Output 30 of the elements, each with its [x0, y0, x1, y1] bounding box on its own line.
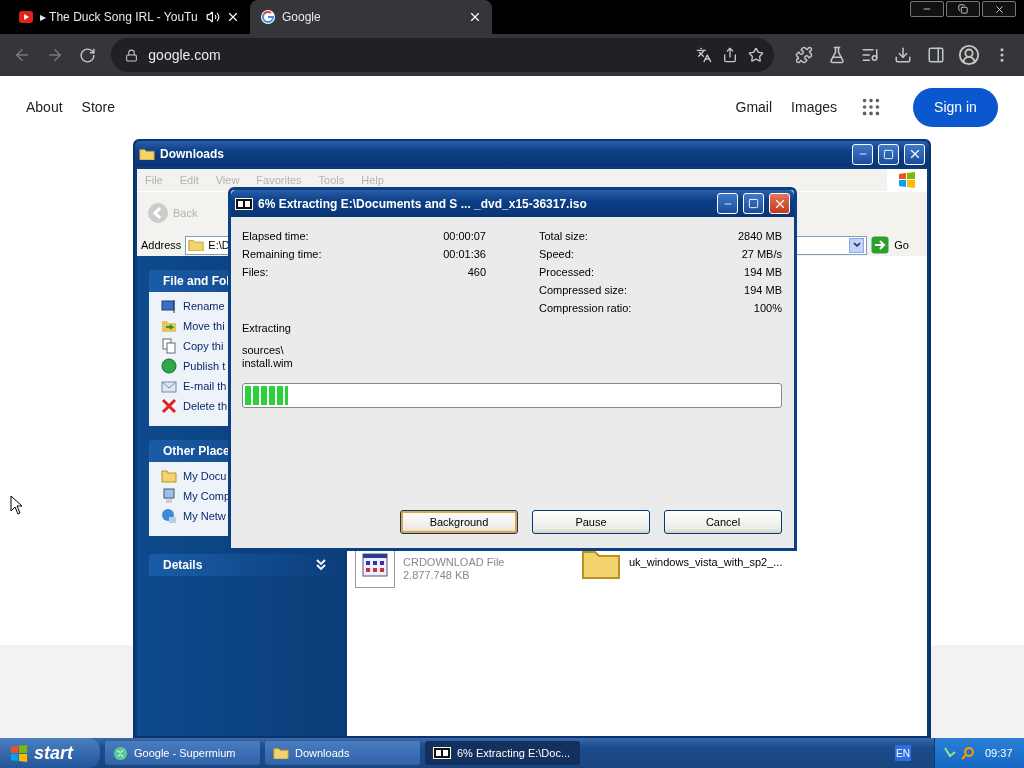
stat-label: Total size: — [539, 230, 588, 244]
stat-label: Files: — [242, 266, 269, 280]
stat-label: Compressed size: — [539, 284, 628, 298]
stat-value: 00:00:07 — [443, 230, 486, 244]
clock: 09:37 — [985, 747, 1013, 759]
stat-value: 100% — [753, 302, 782, 316]
file-path: install.wim — [242, 357, 294, 370]
window-title: 6% Extracting E:\Documents and S ... _dvd_x15-36317.iso — [258, 196, 588, 211]
stat-label: Elapsed time: — [242, 230, 309, 244]
stat-label: Remaining time: — [242, 248, 322, 262]
stat-label: Processed: — [539, 266, 595, 280]
file-text: 2.877.748 KB — [403, 569, 471, 582]
stat-value: 27 MB/s — [741, 248, 782, 262]
tab-title: ▸ The Duck Song IRL - YouTu — [40, 10, 199, 24]
stat-value: 194 MB — [744, 266, 782, 280]
status-text: Extracting — [242, 322, 291, 334]
stat-value: 194 MB — [744, 284, 782, 298]
url-text: google.com — [148, 47, 222, 63]
stat-value: 460 — [467, 266, 486, 280]
window-title: Downloads — [160, 147, 225, 161]
file-text: uk_windows_vista_with_sp2_... — [629, 556, 783, 569]
panel-title: Details — [163, 558, 203, 572]
stat-value: 2840 MB — [737, 230, 782, 244]
address-label: Address — [141, 239, 182, 251]
file-path: sources\ — [242, 344, 285, 357]
stat-value: 00:01:36 — [443, 248, 486, 262]
stat-label: Compression ratio: — [539, 302, 632, 316]
stat-label: Speed: — [539, 248, 574, 262]
file-text: CRDOWNLOAD File — [403, 556, 505, 569]
tab-title: Google — [282, 10, 322, 24]
